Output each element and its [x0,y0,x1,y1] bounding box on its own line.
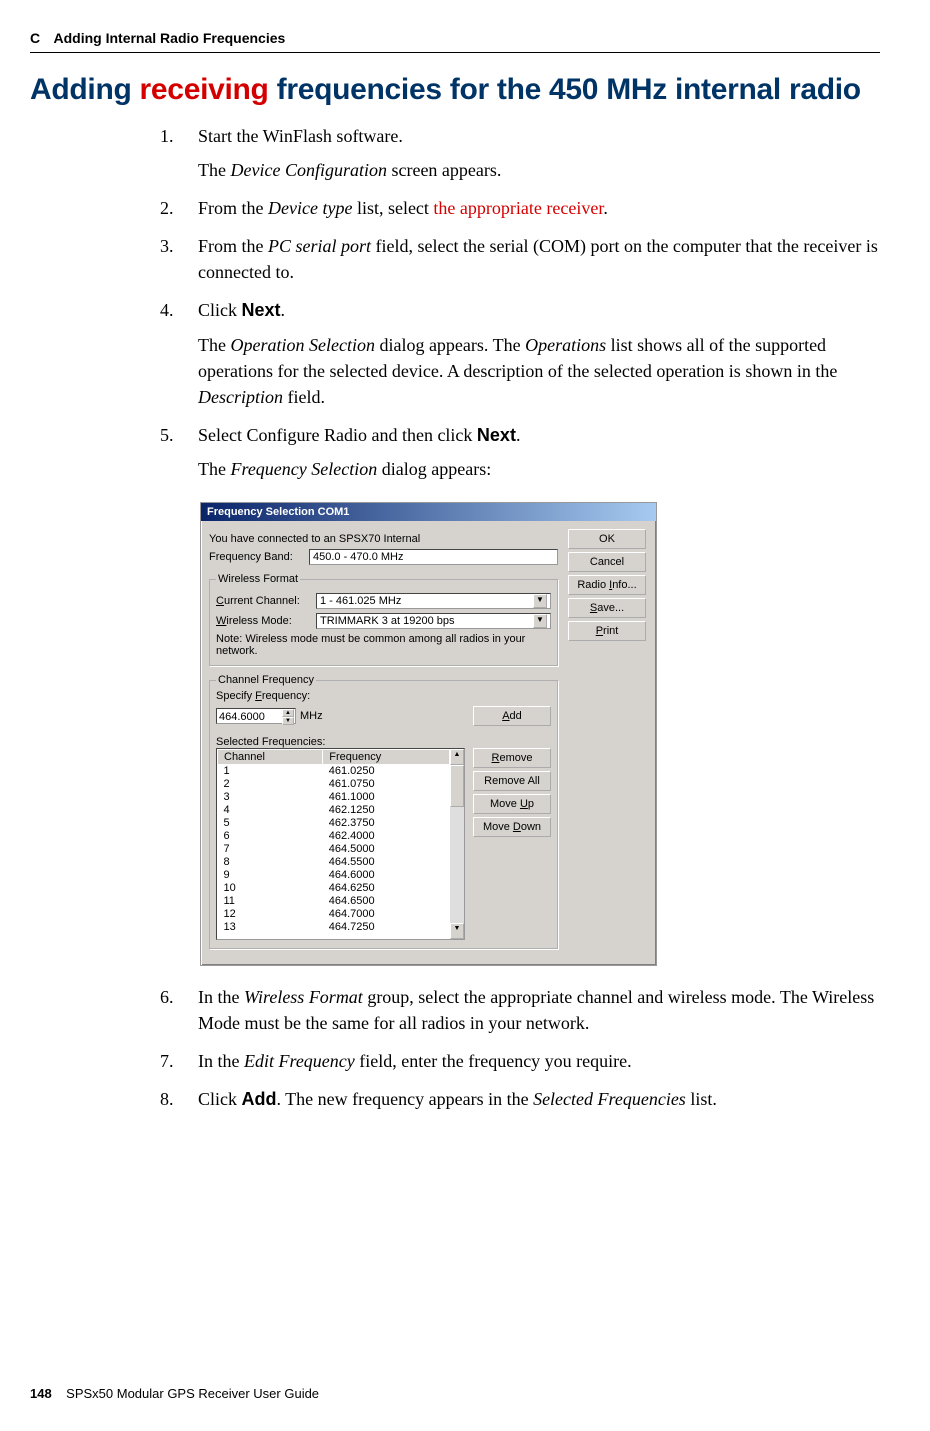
chevron-down-icon[interactable]: ▼ [533,614,547,628]
radio-info-button[interactable]: Radio Info... [568,575,646,595]
current-channel-label: Current Channel: [216,595,316,607]
guide-name: SPSx50 Modular GPS Receiver User Guide [66,1386,319,1401]
table-row[interactable]: 6462.4000 [218,830,450,843]
remove-all-button[interactable]: Remove All [473,771,551,791]
page-title: Adding receiving frequencies for the 450… [30,73,880,107]
move-up-button[interactable]: Move Up [473,794,551,814]
scroll-up-icon[interactable]: ▲ [450,749,464,765]
page-footer: 148 SPSx50 Modular GPS Receiver User Gui… [30,1386,880,1401]
running-header: C Adding Internal Radio Frequencies [30,30,880,53]
section-title: Adding Internal Radio Frequencies [54,30,286,46]
add-button[interactable]: Add [473,706,551,726]
table-row[interactable]: 5462.3750 [218,817,450,830]
spinner-up-icon[interactable]: ▲ [282,709,294,717]
freq-band-label: Frequency Band: [209,551,309,563]
scroll-down-icon[interactable]: ▼ [450,923,464,939]
table-row[interactable]: 12464.7000 [218,908,450,921]
step-5: Select Configure Radio and then click Ne… [160,422,880,482]
scrollbar[interactable]: ▲ ▼ [450,749,464,939]
frequency-column-header[interactable]: Frequency [323,750,450,765]
ok-button[interactable]: OK [568,529,646,549]
connected-text: You have connected to an SPSX70 Internal [209,533,558,545]
table-row[interactable]: 10464.6250 [218,882,450,895]
specify-frequency-label: Specify Frequency: [216,690,551,702]
section-letter: C [30,30,40,46]
remove-button[interactable]: Remove [473,748,551,768]
chevron-down-icon[interactable]: ▼ [533,594,547,608]
wireless-note: Note: Wireless mode must be common among… [216,633,551,657]
table-row[interactable]: 13464.7250 [218,921,450,934]
step-3: From the PC serial port field, select th… [160,233,880,285]
scroll-thumb[interactable] [450,765,464,807]
step-2: From the Device type list, select the ap… [160,195,880,221]
table-row[interactable]: 2461.0750 [218,778,450,791]
page-number: 148 [30,1386,52,1401]
table-row[interactable]: 4462.1250 [218,804,450,817]
selected-frequencies-list[interactable]: Channel Frequency 1461.02502461.07503461… [216,748,465,940]
cancel-button[interactable]: Cancel [568,552,646,572]
current-channel-select[interactable]: 1 - 461.025 MHz▼ [316,593,551,609]
step-list-continued: In the Wireless Format group, select the… [160,984,880,1112]
dialog-title: Frequency Selection COM1 [201,503,656,521]
spinner-down-icon[interactable]: ▼ [282,717,294,725]
table-row[interactable]: 11464.6500 [218,895,450,908]
step-4: Click Next. The Operation Selection dial… [160,297,880,409]
wireless-mode-label: Wireless Mode: [216,615,316,627]
mhz-label: MHz [300,710,323,722]
step-7: In the Edit Frequency field, enter the f… [160,1048,880,1074]
table-row[interactable]: 3461.1000 [218,791,450,804]
step-8: Click Add. The new frequency appears in … [160,1086,880,1112]
specify-frequency-input[interactable]: 464.6000 ▲▼ [216,708,296,724]
frequency-selection-dialog: Frequency Selection COM1 You have connec… [200,502,657,966]
table-row[interactable]: 8464.5500 [218,856,450,869]
table-row[interactable]: 1461.0250 [218,765,450,779]
save-button[interactable]: Save... [568,598,646,618]
move-down-button[interactable]: Move Down [473,817,551,837]
freq-band-input[interactable]: 450.0 - 470.0 MHz [309,549,558,565]
wireless-format-group: Wireless Format Current Channel: 1 - 461… [209,573,558,666]
wireless-mode-select[interactable]: TRIMMARK 3 at 19200 bps▼ [316,613,551,629]
print-button[interactable]: Print [568,621,646,641]
selected-frequencies-label: Selected Frequencies: [216,736,551,748]
table-row[interactable]: 9464.6000 [218,869,450,882]
step-list: Start the WinFlash software. The Device … [160,123,880,482]
table-row[interactable]: 7464.5000 [218,843,450,856]
channel-frequency-group: Channel Frequency Specify Frequency: 464… [209,674,558,949]
channel-column-header[interactable]: Channel [218,750,323,765]
step-1: Start the WinFlash software. The Device … [160,123,880,183]
step-6: In the Wireless Format group, select the… [160,984,880,1036]
